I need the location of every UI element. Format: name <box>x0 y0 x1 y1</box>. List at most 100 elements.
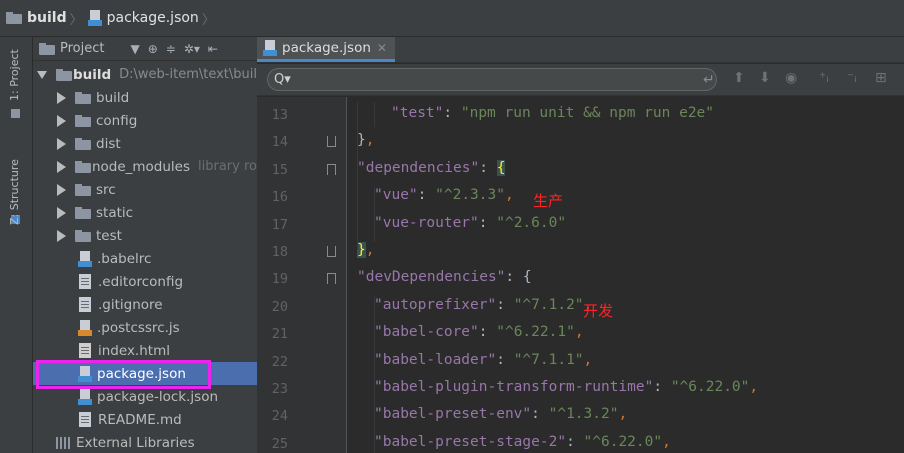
next-occurrence-icon[interactable]: ⬇ <box>759 70 771 86</box>
text-file-icon <box>79 412 91 427</box>
project-tool-tab[interactable]: 1: Project <box>8 49 21 101</box>
hide-panel-icon[interactable]: ⇤ <box>208 42 218 56</box>
indent-guide <box>374 296 375 453</box>
search-input[interactable]: Q▾ ↵ <box>267 68 717 91</box>
tree-item-label: static <box>96 204 134 221</box>
line-number: 14 <box>271 134 288 151</box>
dropdown-arrow-icon[interactable]: ▼ <box>130 42 139 56</box>
tree-item-static[interactable]: static <box>33 201 257 224</box>
code-token: : <box>417 187 436 204</box>
expand-arrow-icon[interactable] <box>57 229 66 242</box>
code-area[interactable]: 13 "test": "npm run unit && npm run e2e" 1… <box>257 97 904 453</box>
line-number: 19 <box>271 271 288 288</box>
tree-item-postcssrc-js[interactable]: .postcssrc.js <box>33 316 257 339</box>
structure-tool-tab[interactable]: Z: Structure <box>8 159 21 225</box>
collapse-all-icon[interactable]: ≑ <box>166 42 176 56</box>
code-token: "^7.1.2" <box>513 296 584 313</box>
tree-item-package-json[interactable]: package.json <box>33 362 257 385</box>
html-file-icon <box>79 343 91 358</box>
code-text: "test": "npm run unit && npm run e2e" <box>391 105 714 121</box>
breadcrumb-item-file[interactable]: package.json <box>87 0 199 37</box>
locate-file-icon[interactable]: ⊕ <box>148 42 158 56</box>
tree-item-test[interactable]: test <box>33 224 257 247</box>
expand-arrow-icon[interactable] <box>57 206 66 219</box>
tree-item-config[interactable]: config <box>33 109 257 132</box>
tree-item-node-modules[interactable]: node_modules library ro <box>33 155 257 178</box>
code-text: "babel-preset-stage-2": "^6.22.0", <box>374 434 671 450</box>
tree-item-babelrc[interactable]: .babelrc <box>33 247 257 270</box>
code-text: }, <box>357 242 374 258</box>
code-text: "babel-loader": "^7.1.1", <box>374 352 592 368</box>
code-token: { <box>496 159 506 176</box>
code-token: : <box>496 296 514 313</box>
code-text: "autoprefixer": "^7.1.2", <box>374 297 592 313</box>
code-line: 20 "autoprefixer": "^7.1.2", <box>257 294 904 321</box>
tree-item-src[interactable]: src <box>33 178 257 201</box>
code-text: "vue-router": "^2.6.0" <box>374 215 566 231</box>
tree-item-package-lock-json[interactable]: package-lock.json <box>33 385 257 408</box>
code-token: : <box>496 351 514 368</box>
code-token: "^6.22.0" <box>670 379 750 395</box>
line-number: 17 <box>271 216 288 233</box>
annotation-production: 生产 <box>533 192 564 210</box>
line-number: 18 <box>271 244 288 260</box>
expand-arrow-icon[interactable] <box>37 70 47 79</box>
code-text: "babel-preset-env": "^1.3.2", <box>374 406 627 422</box>
tree-item-gitignore[interactable]: .gitignore <box>33 293 257 316</box>
annotation-development: 开发 <box>583 302 614 320</box>
code-token: "^7.1.1" <box>513 351 584 368</box>
json-file-icon <box>78 388 92 405</box>
find-all-icon[interactable]: ◉ <box>785 70 797 86</box>
expand-arrow-icon[interactable] <box>57 91 66 104</box>
fold-marker-icon[interactable] <box>327 136 336 148</box>
code-line: 22 "babel-loader": "^7.1.1", <box>257 349 904 376</box>
line-number: 20 <box>271 298 288 315</box>
project-tool-icon <box>11 109 20 118</box>
code-line: 25 "babel-preset-stage-2": "^6.22.0", <box>257 431 904 453</box>
add-occurrence-icon[interactable]: ⁺ᵢ <box>819 70 829 86</box>
code-token: , <box>618 406 628 423</box>
code-token: "babel-preset-stage-2" <box>374 433 567 450</box>
tree-item-readme-md[interactable]: README.md <box>33 408 257 431</box>
remove-occurrence-icon[interactable]: ⁻ᵢ <box>847 70 857 86</box>
breadcrumb-item-build[interactable]: build <box>6 0 67 37</box>
code-token: , <box>504 187 514 204</box>
expand-arrow-icon[interactable] <box>57 183 66 196</box>
code-token: "vue" <box>374 187 418 204</box>
tree-root-build[interactable]: build D:\web-item\text\buil <box>33 63 257 86</box>
expand-arrow-icon[interactable] <box>57 137 66 150</box>
previous-occurrence-icon[interactable]: ⬆ <box>733 70 745 86</box>
tree-item-note: library ro <box>198 159 257 174</box>
tab-package-json[interactable]: package.json ✕ <box>257 37 395 62</box>
select-all-occurrences-icon[interactable]: ⊞ <box>875 70 887 86</box>
tree-item-label: index.html <box>98 342 170 359</box>
project-view-selector[interactable]: Project <box>60 41 104 56</box>
tree-item-label: .gitignore <box>98 296 163 313</box>
search-icon[interactable]: Q▾ <box>274 72 291 87</box>
tree-item-label: node_modules <box>91 158 191 175</box>
code-token: : <box>566 433 584 450</box>
expand-arrow-icon[interactable] <box>57 114 66 127</box>
folder-icon <box>75 137 91 150</box>
expand-arrow-icon[interactable] <box>57 160 66 173</box>
tree-item-external-libraries[interactable]: External Libraries <box>33 431 257 453</box>
code-token: "babel-plugin-transform-runtime" <box>374 379 654 395</box>
folder-icon <box>75 183 91 196</box>
tree-item-editorconfig[interactable]: .editorconfig <box>33 270 257 293</box>
tree-item-dist[interactable]: dist <box>33 132 257 155</box>
gear-icon[interactable]: ✲▾ <box>184 42 200 56</box>
project-view-icon <box>39 42 55 55</box>
fold-marker-icon[interactable] <box>327 273 336 285</box>
code-line: 17 "vue-router": "^2.6.0" <box>257 212 904 239</box>
code-text: "babel-plugin-transform-runtime": "^6.22… <box>374 379 758 395</box>
tree-item-index-html[interactable]: index.html <box>33 339 257 362</box>
fold-marker-icon[interactable] <box>327 163 336 175</box>
json-file-icon <box>87 10 102 26</box>
code-line: 19 "devDependencies": { <box>257 266 904 293</box>
tree-item-build[interactable]: build <box>33 86 257 109</box>
code-token: , <box>662 433 671 450</box>
fold-marker-icon[interactable] <box>327 246 336 257</box>
tree-item-label: README.md <box>98 411 182 428</box>
enter-icon: ↵ <box>703 72 715 88</box>
close-icon[interactable]: ✕ <box>377 41 387 55</box>
